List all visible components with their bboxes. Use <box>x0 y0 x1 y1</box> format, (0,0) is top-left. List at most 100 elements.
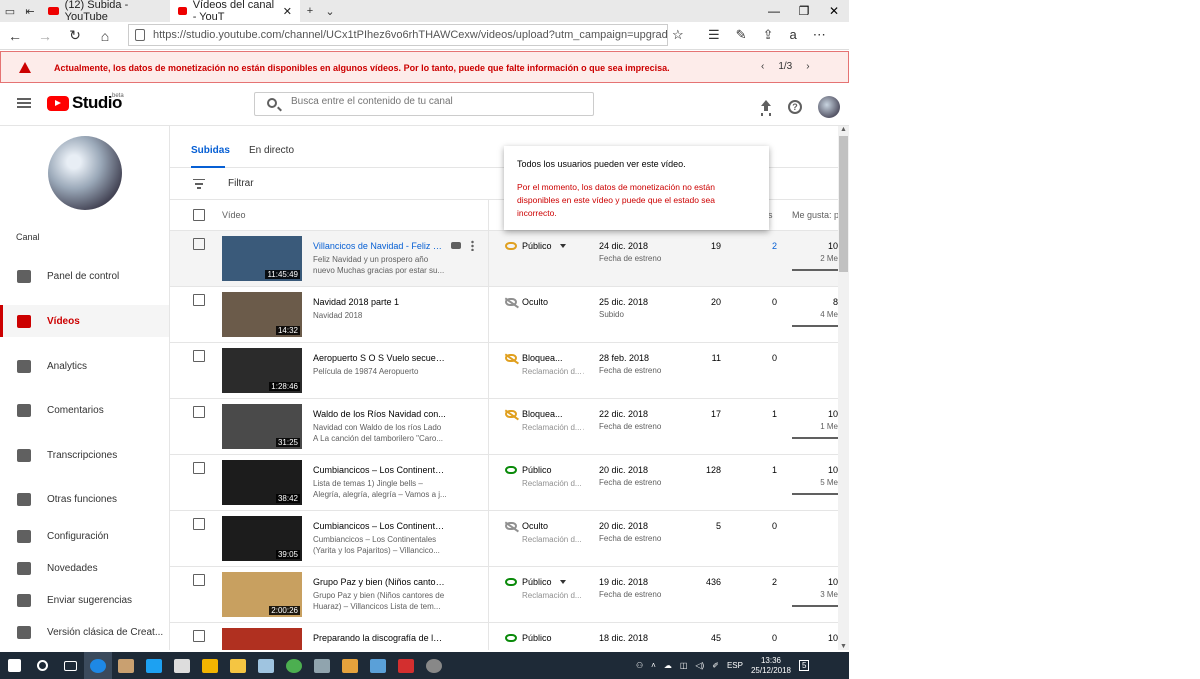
sidebar-item-otras-funciones[interactable]: Otras funciones <box>0 483 169 515</box>
sidebar-item-comentarios[interactable]: Comentarios <box>0 394 169 426</box>
media-app-icon[interactable] <box>336 652 364 679</box>
visibility-status[interactable]: Bloquea... <box>522 353 563 363</box>
table-row[interactable]: 39:05 Cumbiancicos – Los Continental... Cu… <box>170 511 838 567</box>
notes-app-icon[interactable] <box>252 652 280 679</box>
visibility-status[interactable]: Público <box>522 465 552 475</box>
table-row[interactable]: 11:45:49 Villancicos de Navidad - Feliz N… <box>170 231 838 287</box>
sidebar-item-configuración[interactable]: Configuración <box>0 520 169 552</box>
more-options-icon[interactable] <box>471 240 474 251</box>
filter-label[interactable]: Filtrar <box>228 178 254 189</box>
tab-uploads[interactable]: Subidas <box>191 145 230 168</box>
row-checkbox[interactable] <box>193 406 205 418</box>
tab-list-icon[interactable]: ▭ <box>0 5 20 18</box>
video-thumbnail[interactable] <box>222 628 302 650</box>
more-icon[interactable]: ⋯ <box>813 27 826 43</box>
video-title[interactable]: Villancicos de Navidad - Feliz Na... <box>313 241 447 251</box>
youtube-play-icon[interactable] <box>451 242 461 249</box>
browser-tab[interactable]: (12) Subida - YouTube <box>40 0 170 23</box>
video-thumbnail[interactable]: 38:42 <box>222 460 302 505</box>
page-scrollbar[interactable]: ▲ ▼ <box>838 126 849 650</box>
pen-tray-icon[interactable]: ✐ <box>712 661 719 670</box>
visibility-dropdown-icon[interactable] <box>560 244 566 248</box>
tab-live[interactable]: En directo <box>249 145 294 156</box>
volume-icon[interactable]: ◁) <box>695 661 704 670</box>
video-thumbnail[interactable]: 14:32 <box>222 292 302 337</box>
home-icon[interactable]: ⌂ <box>90 28 120 44</box>
visibility-status[interactable]: Oculto <box>522 297 548 307</box>
share-icon[interactable]: ⇪ <box>763 27 774 43</box>
video-thumbnail[interactable]: 31:25 <box>222 404 302 449</box>
sidebar-item-vídeos[interactable]: Vídeos <box>0 305 169 337</box>
video-title[interactable]: Cumbiancicos – Los Continental... <box>313 521 447 531</box>
account-avatar[interactable] <box>818 96 840 118</box>
row-checkbox[interactable] <box>193 462 205 474</box>
visibility-status[interactable]: Público <box>522 633 552 643</box>
row-checkbox[interactable] <box>193 294 205 306</box>
table-row[interactable]: 2:00:26 Grupo Paz y bien (Niños cantore..… <box>170 567 838 623</box>
visibility-dropdown-icon[interactable] <box>560 580 566 584</box>
task-view-icon[interactable] <box>56 652 84 679</box>
video-title[interactable]: Grupo Paz y bien (Niños cantore... <box>313 577 447 587</box>
table-row[interactable]: 14:32 Navidad 2018 parte 1 Navidad 2018 Ocu… <box>170 287 838 343</box>
scroll-down-icon[interactable]: ▼ <box>840 643 847 650</box>
video-title[interactable]: Waldo de los Ríos Navidad con... <box>313 409 447 419</box>
minimize-icon[interactable]: — <box>759 0 789 22</box>
twitter-icon[interactable] <box>140 652 168 679</box>
filter-icon[interactable] <box>193 179 205 189</box>
vegas-app-icon[interactable] <box>224 652 252 679</box>
video-thumbnail[interactable]: 1:28:46 <box>222 348 302 393</box>
url-input[interactable]: https://studio.youtube.com/channel/UCx1t… <box>128 24 668 46</box>
table-row[interactable]: 38:42 Cumbiancicos – Los Continental... Li… <box>170 455 838 511</box>
amazon-icon[interactable]: a <box>789 27 796 43</box>
network-icon[interactable]: ◫ <box>680 661 688 670</box>
language-indicator[interactable]: ESP <box>727 661 743 670</box>
notifications-icon[interactable]: 5 <box>799 660 810 671</box>
set-aside-tabs-icon[interactable]: ⇤ <box>20 5 40 18</box>
table-row[interactable]: 1:28:46 Aeropuerto S O S Vuelo secuestr..… <box>170 343 838 399</box>
chrome-icon[interactable] <box>280 652 308 679</box>
favorites-list-icon[interactable]: ☰ <box>708 27 720 43</box>
clock[interactable]: 13:36 25/12/2018 <box>751 656 791 676</box>
cloud-icon[interactable]: ☁ <box>664 661 672 670</box>
video-comments[interactable]: 2 <box>772 241 777 251</box>
sidebar-item-enviar-sugerencias[interactable]: Enviar sugerencias <box>0 584 169 616</box>
visibility-status[interactable]: Público <box>522 577 552 587</box>
video-title[interactable]: Preparando la discografía de los... <box>313 633 447 643</box>
row-checkbox[interactable] <box>193 574 205 586</box>
tab-menu-chevron-icon[interactable]: ⌄ <box>320 5 340 18</box>
visibility-status[interactable]: Oculto <box>522 521 548 531</box>
table-row[interactable]: 31:25 Waldo de los Ríos Navidad con... Nav… <box>170 399 838 455</box>
prev-chevron-icon[interactable]: ‹ <box>761 61 764 72</box>
restore-icon[interactable]: ❐ <box>789 0 819 22</box>
scroll-thumb[interactable] <box>839 136 848 272</box>
photos-app-icon[interactable] <box>364 652 392 679</box>
video-title[interactable]: Cumbiancicos – Los Continental... <box>313 465 447 475</box>
close-tab-icon[interactable]: ✕ <box>283 5 292 18</box>
row-checkbox[interactable] <box>193 518 205 530</box>
people-icon[interactable]: ⚇ <box>636 661 643 670</box>
explorer-icon[interactable] <box>308 652 336 679</box>
video-title[interactable]: Aeropuerto S O S Vuelo secuestr... <box>313 353 447 363</box>
help-icon[interactable]: ? <box>788 100 802 114</box>
upload-icon[interactable] <box>760 100 772 114</box>
sidebar-item-versión-clásica-de-creat[interactable]: Versión clásica de Creat... <box>0 616 169 648</box>
hamburger-menu-icon[interactable] <box>17 98 31 108</box>
new-tab-icon[interactable]: + <box>300 5 320 17</box>
sidebar-item-novedades[interactable]: Novedades <box>0 552 169 584</box>
row-checkbox[interactable] <box>193 630 205 642</box>
chevron-up-icon[interactable]: ˄ <box>651 661 656 670</box>
settings-app-icon[interactable] <box>420 652 448 679</box>
select-all-checkbox[interactable] <box>193 209 205 221</box>
edge-browser-icon[interactable] <box>84 652 112 679</box>
scroll-up-icon[interactable]: ▲ <box>840 126 847 133</box>
search-taskbar-icon[interactable] <box>28 652 56 679</box>
back-icon[interactable]: ← <box>0 28 30 44</box>
table-row[interactable]: Preparando la discografía de los... Públi… <box>170 623 838 650</box>
visibility-status[interactable]: Bloquea... <box>522 409 563 419</box>
next-chevron-icon[interactable]: › <box>806 61 809 72</box>
row-checkbox[interactable] <box>193 350 205 362</box>
pen-icon[interactable]: ✎ <box>736 27 747 43</box>
row-checkbox[interactable] <box>193 238 205 250</box>
app-photo-icon[interactable] <box>112 652 140 679</box>
forward-icon[interactable]: → <box>30 28 60 44</box>
